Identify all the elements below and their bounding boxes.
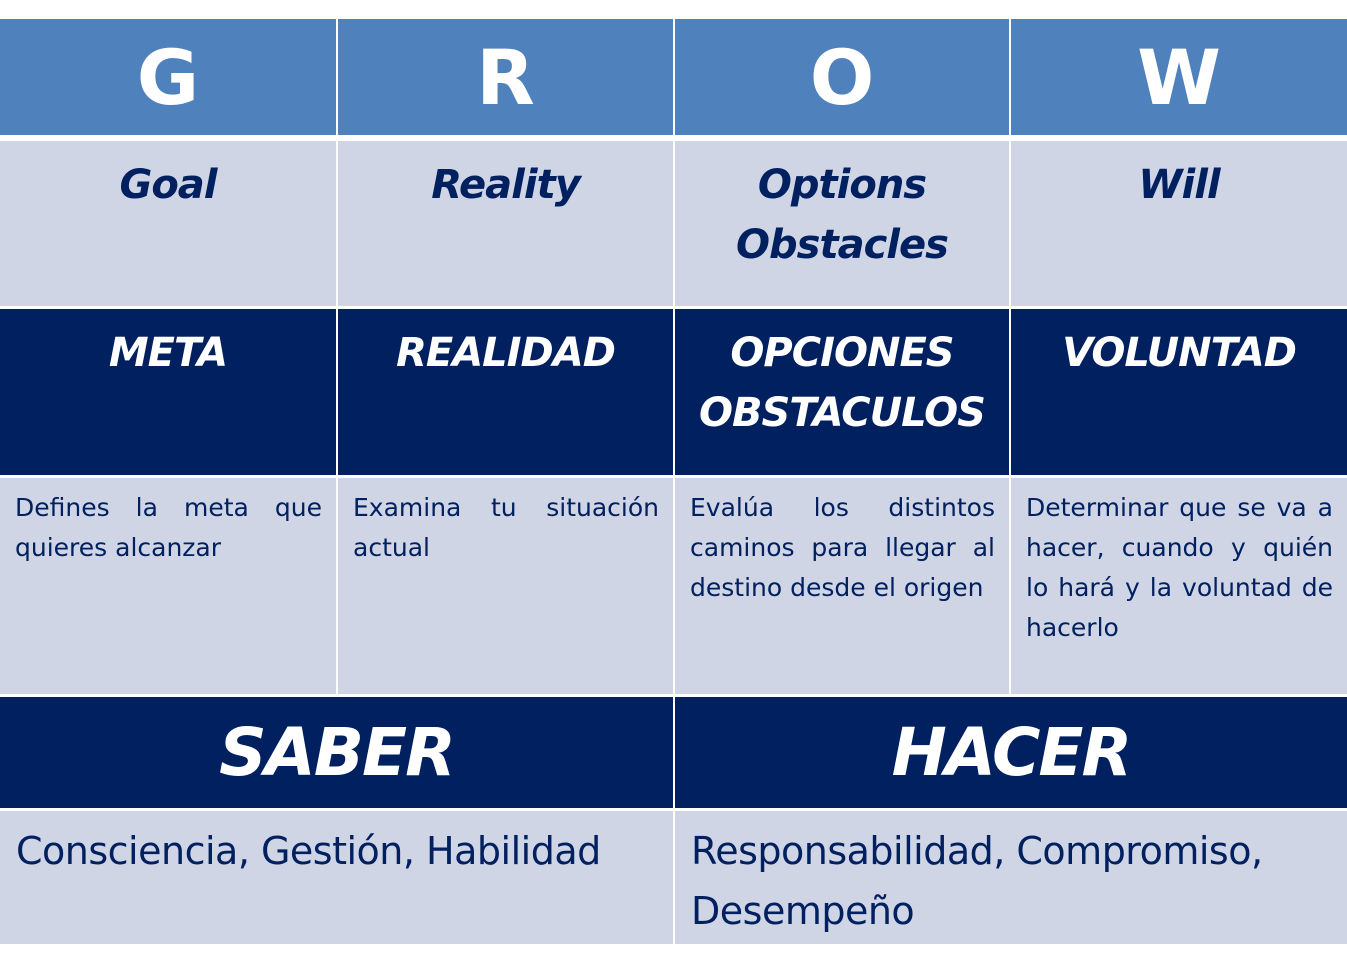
spanish-opciones-obstaculos: OPCIONES OBSTACULOS <box>675 309 1009 475</box>
english-reality: Reality <box>338 141 673 306</box>
letter-w: W <box>1011 19 1347 135</box>
english-term: Options <box>757 162 927 208</box>
description-will: Determinar que se va a hacer, cuando y q… <box>1011 478 1347 694</box>
group-items-saber: Consciencia, Gestión, Habilidad <box>0 811 673 944</box>
english-term: Obstacles <box>736 222 949 268</box>
english-term: Will <box>1138 162 1220 208</box>
description-reality: Examina tu situación actual <box>338 478 673 694</box>
description-options: Evalúa los distintos caminos para llegar… <box>675 478 1009 694</box>
letter-r: R <box>338 19 673 135</box>
english-term: Reality <box>431 162 581 208</box>
spanish-term: OBSTACULOS <box>699 390 986 436</box>
letter-g: G <box>0 19 336 135</box>
spanish-meta: META <box>0 309 336 475</box>
english-options-obstacles: Options Obstacles <box>675 141 1009 306</box>
description-goal: Defines la meta que quieres alcanzar <box>0 478 336 694</box>
spanish-realidad: REALIDAD <box>338 309 673 475</box>
letter-o: O <box>675 19 1009 135</box>
group-title-hacer: HACER <box>675 697 1347 808</box>
spanish-term: OPCIONES <box>730 330 954 376</box>
spanish-term: META <box>108 330 228 376</box>
english-will: Will <box>1011 141 1347 306</box>
group-title-saber: SABER <box>0 697 673 808</box>
group-items-hacer: Responsabilidad, Compromiso, Desempeño <box>675 811 1347 944</box>
english-term: Goal <box>119 162 217 208</box>
spanish-term: VOLUNTAD <box>1062 330 1297 376</box>
english-goal: Goal <box>0 141 336 306</box>
spanish-voluntad: VOLUNTAD <box>1011 309 1347 475</box>
spanish-term: REALIDAD <box>396 330 616 376</box>
